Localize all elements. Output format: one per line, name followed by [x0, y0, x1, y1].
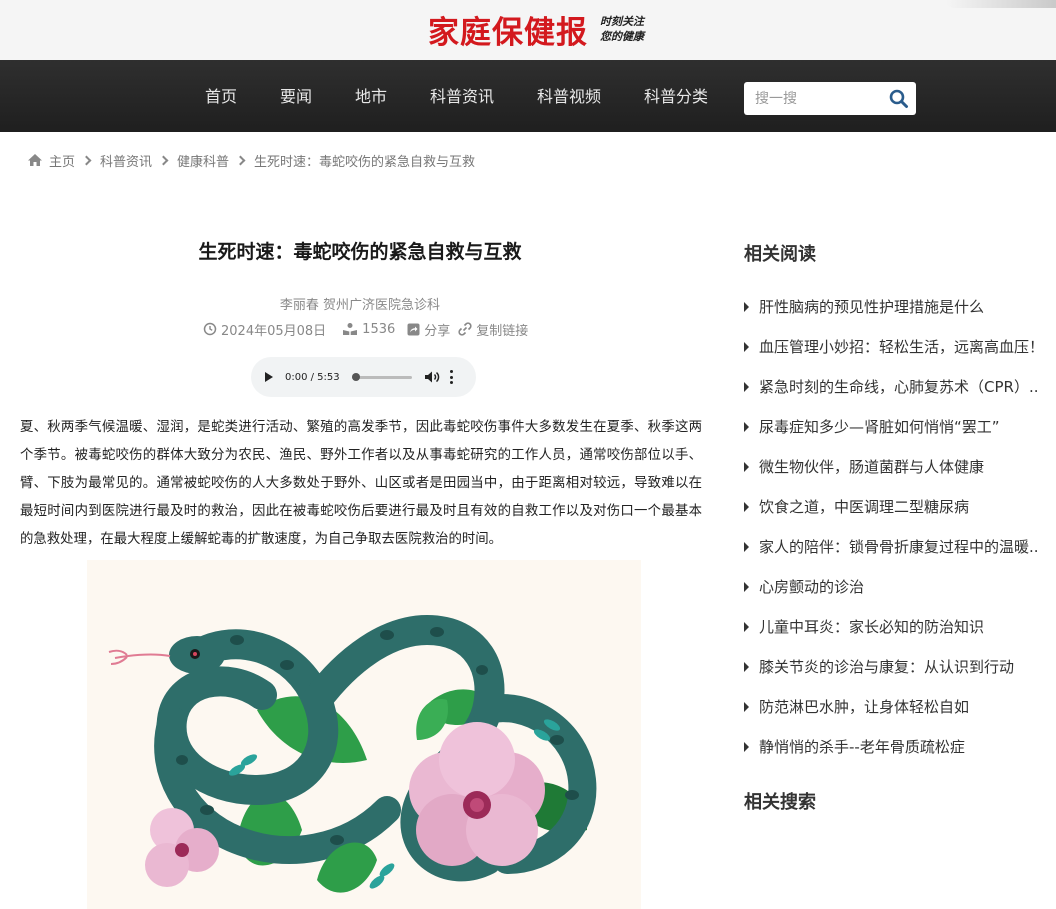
- caret-right-icon: [744, 502, 749, 512]
- article-date: 2024年05月08日: [203, 320, 326, 339]
- related-article-link[interactable]: 家人的陪伴：锁骨骨折康复过程中的温暖..: [744, 537, 1056, 557]
- related-article-link[interactable]: 膝关节炎的诊治与康复：从认识到行动: [744, 657, 1056, 677]
- article-body: 夏、秋两季气候温暖、湿润，是蛇类进行活动、繁殖的高发季节，因此毒蛇咬伤事件大多数…: [20, 420, 702, 547]
- article-meta: 2024年05月08日 1536 分享 复制链接: [203, 320, 540, 339]
- related-article-title: 心房颤动的诊治: [759, 578, 865, 596]
- copy-link-button[interactable]: 复制链接: [458, 320, 528, 339]
- breadcrumb: 主页 科普资讯 健康科普 生死时速：毒蛇咬伤的紧急自救与互救: [27, 150, 475, 170]
- nav-item-science-news[interactable]: 科普资讯: [430, 86, 494, 108]
- related-article-link[interactable]: 防范淋巴水肿，让身体轻松自如: [744, 697, 1056, 717]
- slogan-line-2: 您的健康: [600, 30, 644, 43]
- related-article-link[interactable]: 心房颤动的诊治: [744, 577, 1056, 597]
- breadcrumb-home[interactable]: 主页: [49, 151, 75, 170]
- article-illustration: [87, 560, 641, 909]
- chevron-right-icon: [81, 155, 92, 165]
- volume-icon[interactable]: [424, 370, 440, 384]
- related-article-title: 饮食之道，中医调理二型糖尿病: [759, 498, 970, 516]
- caret-right-icon: [744, 382, 749, 392]
- search-box: [744, 82, 916, 115]
- search-icon[interactable]: [888, 88, 910, 110]
- breadcrumb-science-news[interactable]: 科普资讯: [100, 151, 152, 170]
- nav-item-home[interactable]: 首页: [205, 86, 237, 108]
- nav-item-science-category[interactable]: 科普分类: [644, 86, 708, 108]
- views-count: 1536: [362, 321, 396, 337]
- article-author: 李丽春 贺州广济医院急诊科: [279, 298, 441, 313]
- link-icon: [458, 322, 476, 336]
- site-logo[interactable]: 家庭保健报 时刻关注 您的健康: [428, 8, 644, 51]
- audio-player: 0:00 / 5:53: [251, 357, 476, 397]
- related-article-link[interactable]: 饮食之道，中医调理二型糖尿病: [744, 497, 1056, 517]
- article-title: 生死时速：毒蛇咬伤的紧急自救与互救: [198, 241, 522, 263]
- caret-right-icon: [744, 542, 749, 552]
- related-article-link[interactable]: 静悄悄的杀手--老年骨质疏松症: [744, 737, 1056, 757]
- related-reading-title: 相关阅读: [744, 244, 816, 265]
- views-icon: [342, 322, 362, 336]
- related-article-title: 尿毒症知多少—肾脏如何悄悄“罢工”: [759, 418, 1000, 436]
- related-article-title: 儿童中耳炎：家长必知的防治知识: [759, 618, 985, 636]
- chevron-right-icon: [158, 155, 169, 165]
- related-article-link[interactable]: 儿童中耳炎：家长必知的防治知识: [744, 617, 1056, 637]
- caret-right-icon: [744, 342, 749, 352]
- site-slogan: 时刻关注 您的健康: [600, 14, 644, 44]
- search-input[interactable]: [744, 82, 882, 115]
- play-icon[interactable]: [265, 372, 273, 382]
- site-logo-text: 家庭保健报: [428, 14, 588, 51]
- share-label: 分享: [424, 323, 451, 339]
- related-search-title: 相关搜索: [744, 792, 816, 813]
- caret-right-icon: [744, 302, 749, 312]
- caret-right-icon: [744, 422, 749, 432]
- audio-progress-thumb[interactable]: [351, 372, 360, 381]
- nav-item-science-video[interactable]: 科普视频: [537, 86, 601, 108]
- related-article-title: 肝性脑病的预见性护理措施是什么: [759, 298, 985, 316]
- chevron-right-icon: [235, 155, 246, 165]
- audio-progress-bar[interactable]: [351, 372, 412, 381]
- date-text: 2024年05月08日: [221, 323, 327, 339]
- caret-right-icon: [744, 742, 749, 752]
- caret-right-icon: [744, 702, 749, 712]
- related-article-link[interactable]: 肝性脑病的预见性护理措施是什么: [744, 297, 1056, 317]
- related-article-title: 血压管理小妙招：轻松生活，远离高血压！: [759, 338, 1045, 356]
- header-bar: 家庭保健报 时刻关注 您的健康: [0, 0, 1056, 60]
- related-article-title: 膝关节炎的诊治与康复：从认识到行动: [759, 658, 1015, 676]
- caret-right-icon: [744, 582, 749, 592]
- share-button[interactable]: 分享: [407, 320, 450, 339]
- caret-right-icon: [744, 662, 749, 672]
- related-article-link[interactable]: 尿毒症知多少—肾脏如何悄悄“罢工”: [744, 417, 1056, 437]
- breadcrumb-health-science[interactable]: 健康科普: [177, 151, 229, 170]
- related-article-title: 紧急时刻的生命线，心肺复苏术（CPR）..: [759, 378, 1039, 396]
- article-views: 1536: [342, 322, 395, 337]
- related-article-title: 静悄悄的杀手--老年骨质疏松症: [759, 738, 965, 756]
- related-article-link[interactable]: 微生物伙伴，肠道菌群与人体健康: [744, 457, 1056, 477]
- share-icon: [407, 323, 424, 336]
- audio-time: 0:00 / 5:53: [285, 371, 340, 383]
- nav-item-news[interactable]: 要闻: [280, 86, 312, 108]
- home-icon[interactable]: [27, 153, 43, 167]
- copy-link-label: 复制链接: [476, 323, 529, 339]
- related-article-title: 防范淋巴水肿，让身体轻松自如: [759, 698, 970, 716]
- more-options-icon[interactable]: [450, 370, 454, 384]
- caret-right-icon: [744, 462, 749, 472]
- header-shadow: [946, 0, 1056, 8]
- slogan-line-1: 时刻关注: [600, 15, 644, 28]
- nav-item-cities[interactable]: 地市: [355, 86, 387, 108]
- breadcrumb-current: 生死时速：毒蛇咬伤的紧急自救与互救: [254, 154, 476, 170]
- caret-right-icon: [744, 622, 749, 632]
- related-article-link[interactable]: 血压管理小妙招：轻松生活，远离高血压！: [744, 337, 1056, 357]
- related-article-title: 家人的陪伴：锁骨骨折康复过程中的温暖..: [759, 538, 1039, 556]
- clock-icon: [203, 322, 221, 336]
- related-article-link[interactable]: 紧急时刻的生命线，心肺复苏术（CPR）..: [744, 377, 1056, 397]
- related-article-title: 微生物伙伴，肠道菌群与人体健康: [759, 458, 985, 476]
